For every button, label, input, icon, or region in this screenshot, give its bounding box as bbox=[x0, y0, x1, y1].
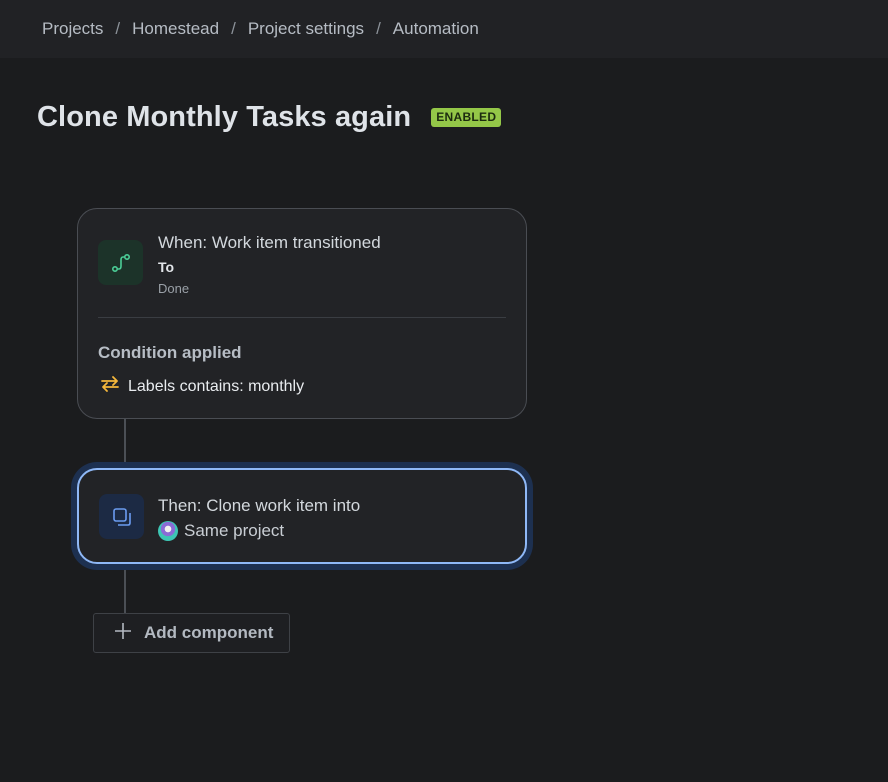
breadcrumb-separator: / bbox=[115, 19, 121, 38]
breadcrumb-projects[interactable]: Projects bbox=[42, 19, 103, 39]
trigger-card[interactable]: When: Work item transitioned To Done Con… bbox=[77, 208, 527, 419]
page-title[interactable]: Clone Monthly Tasks again bbox=[37, 101, 411, 134]
flow-connector bbox=[124, 564, 126, 613]
condition-text: Labels contains: monthly bbox=[128, 377, 305, 395]
flow-connector bbox=[124, 419, 126, 468]
add-component-button[interactable]: Add component bbox=[93, 613, 290, 653]
breadcrumb-automation: Automation bbox=[392, 19, 479, 38]
status-badge: ENABLED bbox=[431, 108, 502, 127]
swap-arrows-icon bbox=[100, 375, 120, 398]
rule-header: Clone Monthly Tasks again ENABLED bbox=[37, 101, 502, 134]
action-card[interactable]: Then: Clone work item into Same project bbox=[77, 468, 527, 564]
plus-icon bbox=[114, 622, 132, 645]
condition-row[interactable]: Labels contains: monthly bbox=[100, 375, 304, 398]
add-component-label: Add component bbox=[144, 623, 274, 642]
breadcrumb-separator: / bbox=[231, 19, 236, 38]
project-avatar-icon bbox=[158, 521, 178, 541]
action-target: Same project bbox=[158, 521, 284, 541]
transition-icon bbox=[98, 240, 143, 285]
breadcrumb-separator: / bbox=[376, 19, 381, 38]
breadcrumb: Projects / Homestead / Project settings … bbox=[0, 0, 888, 58]
breadcrumb-project-settings[interactable]: Project settings bbox=[248, 19, 364, 39]
action-target-text: Same project bbox=[184, 521, 285, 540]
breadcrumb-homestead[interactable]: Homestead bbox=[132, 19, 219, 39]
card-divider bbox=[98, 317, 506, 318]
condition-heading: Condition applied bbox=[98, 343, 242, 362]
trigger-field-value: Done bbox=[158, 281, 190, 296]
trigger-field-label: To bbox=[158, 259, 175, 275]
trigger-title: When: Work item transitioned bbox=[158, 233, 381, 252]
clone-icon bbox=[99, 494, 144, 539]
action-title: Then: Clone work item into bbox=[158, 496, 361, 515]
